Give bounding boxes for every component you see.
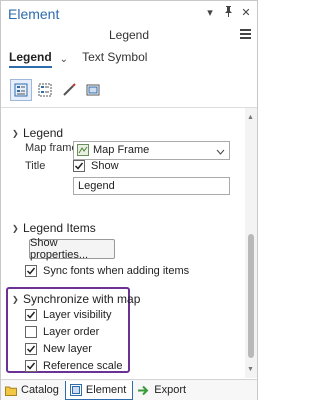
section-legend-items-header[interactable]: ❯ Legend Items: [12, 221, 96, 235]
legend-arrangement-icon[interactable]: [34, 79, 56, 101]
chevron-down-icon[interactable]: ▾: [205, 6, 215, 20]
tab-export[interactable]: Export: [133, 381, 192, 399]
pane-controls: ▾ ✕: [205, 6, 251, 20]
chevron-down-icon: ❯: [12, 294, 19, 304]
chevron-down-icon: ❯: [12, 223, 19, 233]
checkbox-box: [73, 160, 85, 172]
title-label: Title: [25, 160, 46, 172]
reference-scale-checkbox[interactable]: Reference scale: [25, 360, 123, 372]
checkbox-box: [25, 309, 37, 321]
scroll-down-arrow-icon[interactable]: ▼: [247, 366, 254, 373]
checkbox-box: [25, 265, 37, 277]
show-properties-button[interactable]: Show properties...: [29, 237, 115, 261]
properties-content: ❯ Legend Map frame Map Frame Title Show …: [1, 108, 245, 378]
tab-element-label: Element: [85, 383, 127, 396]
show-title-checkbox[interactable]: Show: [73, 160, 119, 172]
catalog-icon: [5, 385, 17, 396]
chevron-down-icon[interactable]: ⌄: [60, 54, 68, 65]
element-icon: [69, 383, 82, 396]
chevron-down-icon: [216, 146, 225, 158]
tab-legend[interactable]: Legend: [9, 50, 52, 68]
new-layer-checkbox[interactable]: New layer: [25, 343, 92, 355]
pin-icon[interactable]: [223, 6, 233, 20]
layer-visibility-label: Layer visibility: [43, 309, 112, 321]
hamburger-menu-icon[interactable]: [240, 29, 251, 41]
tab-element[interactable]: Element: [64, 380, 134, 400]
reference-scale-label: Reference scale: [43, 360, 123, 372]
section-legend-header[interactable]: ❯ Legend: [12, 126, 63, 140]
export-arrow-icon: [137, 385, 150, 396]
element-subtitle: Legend: [108, 28, 150, 42]
scroll-up-arrow-icon[interactable]: ▲: [247, 114, 254, 121]
legend-options-icon[interactable]: [10, 79, 32, 101]
tab-catalog[interactable]: Catalog: [1, 381, 65, 399]
legend-title-value: Legend: [78, 180, 115, 192]
layer-order-label: Layer order: [43, 326, 100, 338]
show-title-label: Show: [91, 160, 119, 172]
tab-export-label: Export: [154, 384, 187, 396]
layer-order-checkbox[interactable]: Layer order: [25, 326, 99, 338]
sync-fonts-checkbox[interactable]: Sync fonts when adding items: [25, 265, 189, 277]
section-legend-title: Legend: [23, 126, 64, 140]
display-icon[interactable]: [82, 79, 104, 101]
close-icon[interactable]: ✕: [241, 6, 251, 20]
checkbox-box: [25, 326, 37, 338]
bottom-tab-bar: Catalog Element Export: [1, 379, 257, 400]
checkbox-box: [25, 343, 37, 355]
map-frame-value: Map Frame: [93, 144, 150, 156]
element-pane: Element ▾ ✕ Legend Legend ⌄ Text Symbol: [0, 0, 258, 400]
tab-text-symbol[interactable]: Text Symbol: [82, 50, 147, 68]
scrollbar-thumb[interactable]: [248, 234, 254, 358]
legend-title-input[interactable]: Legend: [73, 177, 230, 195]
map-frame-label: Map frame: [25, 142, 78, 154]
pane-title: Element: [8, 6, 60, 22]
property-group-toolbar: [10, 79, 104, 101]
map-frame-icon: [77, 144, 89, 159]
map-frame-dropdown[interactable]: Map Frame: [73, 141, 230, 160]
section-legend-items-title: Legend Items: [23, 221, 96, 235]
section-synchronize-title: Synchronize with map: [23, 292, 141, 306]
vertical-scrollbar[interactable]: ▲ ▼: [245, 108, 257, 378]
new-layer-label: New layer: [43, 343, 92, 355]
pen-icon[interactable]: [58, 79, 80, 101]
pane-titlebar: Element ▾ ✕: [1, 1, 257, 27]
chevron-down-icon: ❯: [12, 128, 19, 138]
element-tabs: Legend ⌄ Text Symbol: [9, 50, 147, 68]
sync-fonts-label: Sync fonts when adding items: [43, 265, 190, 277]
layer-visibility-checkbox[interactable]: Layer visibility: [25, 309, 111, 321]
section-synchronize-header[interactable]: ❯ Synchronize with map: [12, 292, 140, 306]
tab-catalog-label: Catalog: [21, 384, 59, 396]
checkbox-box: [25, 360, 37, 372]
